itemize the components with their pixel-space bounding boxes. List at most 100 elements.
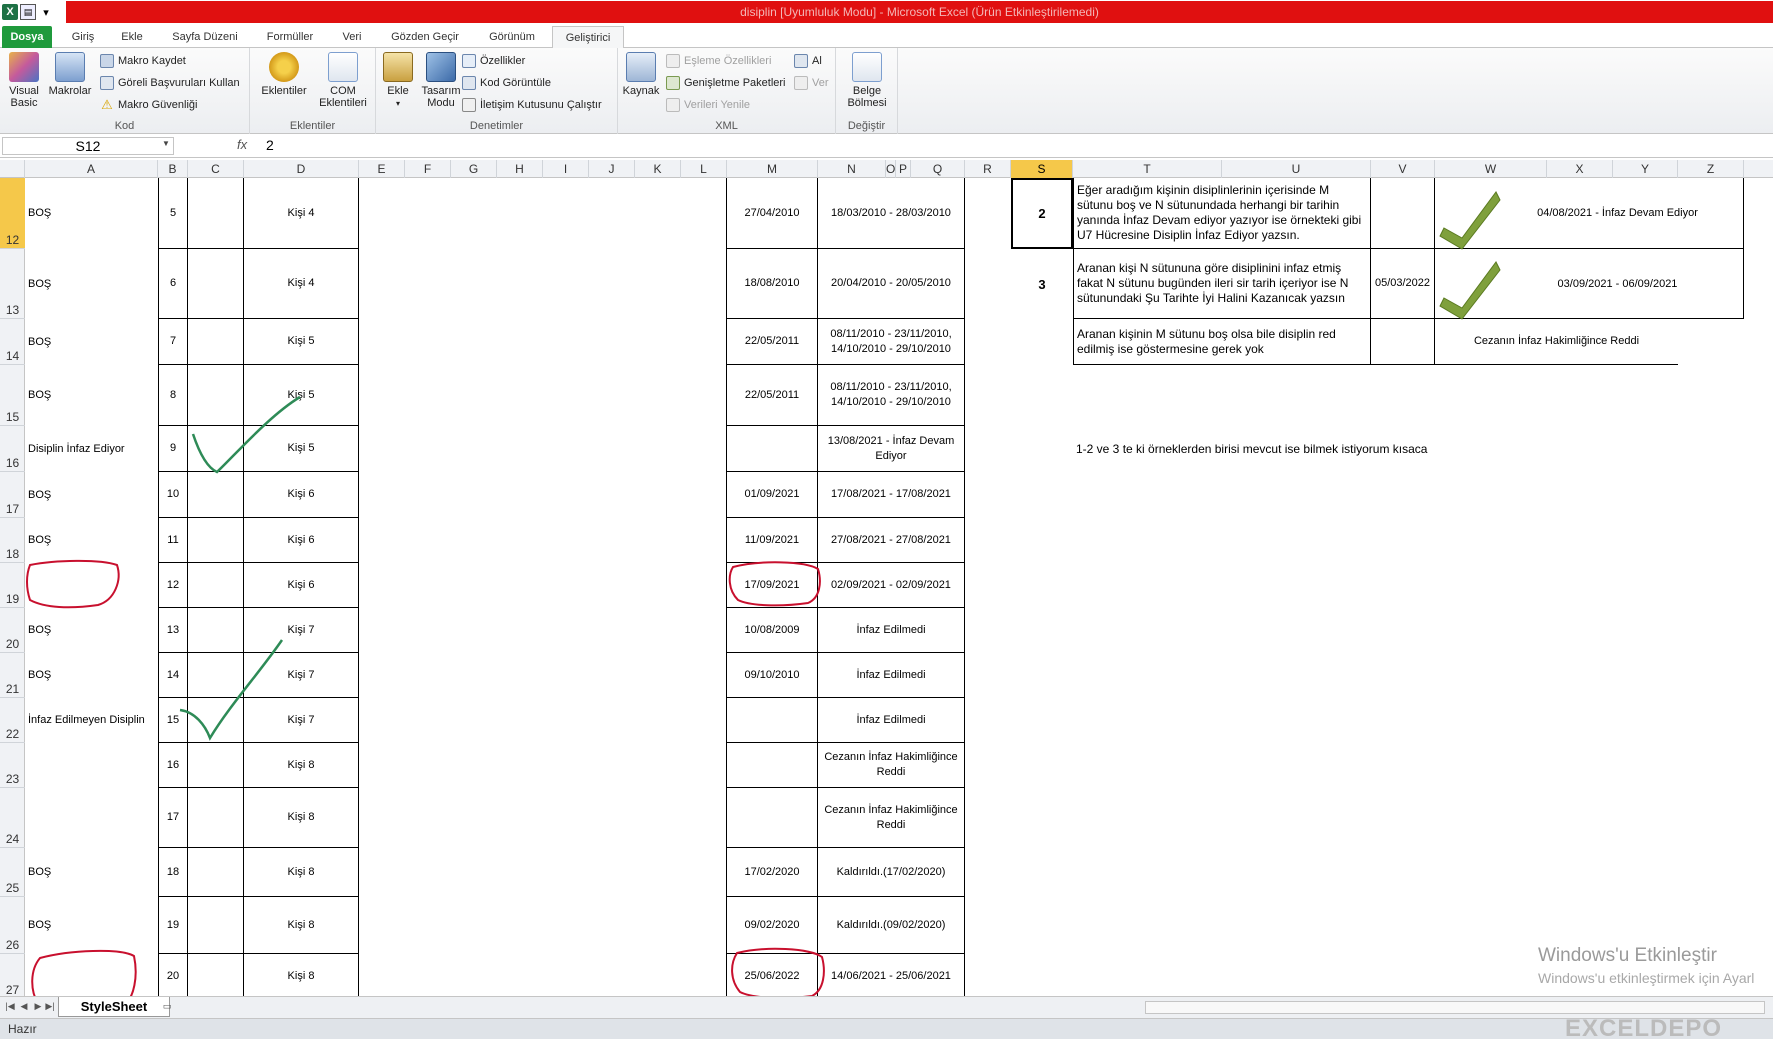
cell-l[interactable] [681, 426, 727, 472]
cell-k[interactable] [635, 178, 681, 249]
cell-f[interactable] [405, 848, 451, 897]
cell-b[interactable]: 8 [158, 365, 188, 426]
cell-i[interactable] [543, 897, 589, 954]
makro-kaydet-button[interactable]: Makro Kaydet [100, 52, 186, 70]
cell-d[interactable]: Kişi 5 [244, 319, 359, 365]
column-header-e[interactable]: E [359, 160, 405, 178]
iletisim-kutusu-button[interactable]: İletişim Kutusunu Çalıştır [462, 96, 602, 114]
row-header[interactable]: 20 [0, 608, 25, 653]
cell-g[interactable] [451, 954, 497, 996]
cell-f[interactable] [405, 743, 451, 788]
save-icon[interactable]: ▤ [20, 4, 36, 20]
cell-m[interactable]: 27/04/2010 [727, 178, 818, 249]
cell-a[interactable]: BOŞ [25, 249, 158, 319]
cell-g[interactable] [451, 319, 497, 365]
cell-e[interactable] [359, 518, 405, 563]
cell-n[interactable]: 14/06/2021 - 25/06/2021 [818, 954, 965, 996]
cell-l[interactable] [681, 365, 727, 426]
column-header-q[interactable]: Q [911, 160, 965, 178]
cell-d[interactable]: Kişi 6 [244, 563, 359, 608]
qat-dropdown-icon[interactable]: ▾ [38, 4, 54, 20]
column-header-n[interactable]: N [818, 160, 886, 178]
insert-function-icon[interactable]: fx [237, 137, 247, 152]
column-header-u[interactable]: U [1222, 160, 1371, 178]
sheet-tab-stylesheet[interactable]: StyleSheet [58, 997, 170, 1017]
cell-a[interactable]: BOŞ [25, 319, 158, 365]
cell-g[interactable] [451, 698, 497, 743]
cell-j[interactable] [589, 178, 635, 249]
cell-n[interactable]: 13/08/2021 - İnfaz Devam Ediyor [818, 426, 965, 472]
cell-d[interactable]: Kişi 8 [244, 788, 359, 848]
cell-d[interactable]: Kişi 8 [244, 897, 359, 954]
cell-x14[interactable]: Cezanın İnfaz Hakimliğince Reddi [1435, 319, 1678, 365]
cell-k[interactable] [635, 954, 681, 996]
cell-f[interactable] [405, 653, 451, 698]
row-header[interactable]: 12 [0, 178, 25, 249]
cell-m[interactable]: 09/02/2020 [727, 897, 818, 954]
cell-g[interactable] [451, 249, 497, 319]
cell-e[interactable] [359, 608, 405, 653]
cell-g[interactable] [451, 426, 497, 472]
esleme-ozellikleri-button[interactable]: Eşleme Özellikleri [666, 52, 771, 70]
cell-b[interactable]: 7 [158, 319, 188, 365]
cell-j[interactable] [589, 249, 635, 319]
cell-c[interactable] [188, 608, 244, 653]
cell-n[interactable]: 08/11/2010 - 23/11/2010, 14/10/2010 - 29… [818, 319, 965, 365]
cell-d[interactable]: Kişi 7 [244, 608, 359, 653]
column-header-v[interactable]: V [1371, 160, 1435, 178]
last-sheet-icon[interactable]: ▶| [44, 1001, 56, 1015]
name-box-dropdown-icon[interactable]: ▼ [162, 139, 170, 148]
cell-a[interactable] [25, 954, 158, 996]
new-sheet-icon[interactable]: ▭ [160, 1001, 174, 1015]
row-header[interactable]: 14 [0, 319, 25, 365]
column-header-p[interactable]: P [896, 160, 911, 178]
select-all-corner[interactable] [0, 160, 25, 178]
cell-c[interactable] [188, 653, 244, 698]
excel-logo-icon[interactable]: X [2, 4, 18, 20]
cell-j[interactable] [589, 897, 635, 954]
cell-a[interactable]: BOŞ [25, 653, 158, 698]
cell-d[interactable]: Kişi 6 [244, 518, 359, 563]
cell-b[interactable]: 9 [158, 426, 188, 472]
cell-e[interactable] [359, 653, 405, 698]
cell-a[interactable]: BOŞ [25, 518, 158, 563]
cell-i[interactable] [543, 954, 589, 996]
cell-l[interactable] [681, 178, 727, 249]
cell-i[interactable] [543, 365, 589, 426]
cell-k[interactable] [635, 743, 681, 788]
cell-g[interactable] [451, 472, 497, 518]
column-header-m[interactable]: M [727, 160, 818, 178]
tab-gozden-gecir[interactable]: Gözden Geçir [382, 26, 468, 48]
cell-b[interactable]: 20 [158, 954, 188, 996]
cell-e[interactable] [359, 848, 405, 897]
row-header[interactable]: 16 [0, 426, 25, 472]
cell-d[interactable]: Kişi 7 [244, 653, 359, 698]
cell-l[interactable] [681, 563, 727, 608]
cell-h[interactable] [497, 563, 543, 608]
cell-m[interactable]: 17/09/2021 [727, 563, 818, 608]
cell-c[interactable] [188, 319, 244, 365]
cell-l[interactable] [681, 698, 727, 743]
column-header-o[interactable]: O [886, 160, 896, 178]
cell-k[interactable] [635, 653, 681, 698]
cell-t14[interactable]: Aranan kişinin M sütunu boş olsa bile di… [1073, 319, 1371, 365]
cell-g[interactable] [451, 743, 497, 788]
ekle-control-button[interactable]: Ekle ▾ [378, 52, 418, 110]
cell-l[interactable] [681, 472, 727, 518]
column-header-x[interactable]: X [1547, 160, 1613, 178]
tab-gelistirici[interactable]: Geliştirici [552, 26, 624, 48]
cell-e[interactable] [359, 472, 405, 518]
cell-e[interactable] [359, 249, 405, 319]
cell-e[interactable] [359, 897, 405, 954]
cell-b[interactable]: 17 [158, 788, 188, 848]
cell-l[interactable] [681, 249, 727, 319]
row-header[interactable]: 21 [0, 653, 25, 698]
makrolar-button[interactable]: Makrolar [46, 52, 94, 97]
cell-a[interactable]: BOŞ [25, 608, 158, 653]
cell-h[interactable] [497, 518, 543, 563]
cell-g[interactable] [451, 608, 497, 653]
cell-j[interactable] [589, 653, 635, 698]
cell-v13[interactable]: 05/03/2022 [1371, 249, 1435, 319]
cell-j[interactable] [589, 319, 635, 365]
cell-a[interactable] [25, 563, 158, 608]
